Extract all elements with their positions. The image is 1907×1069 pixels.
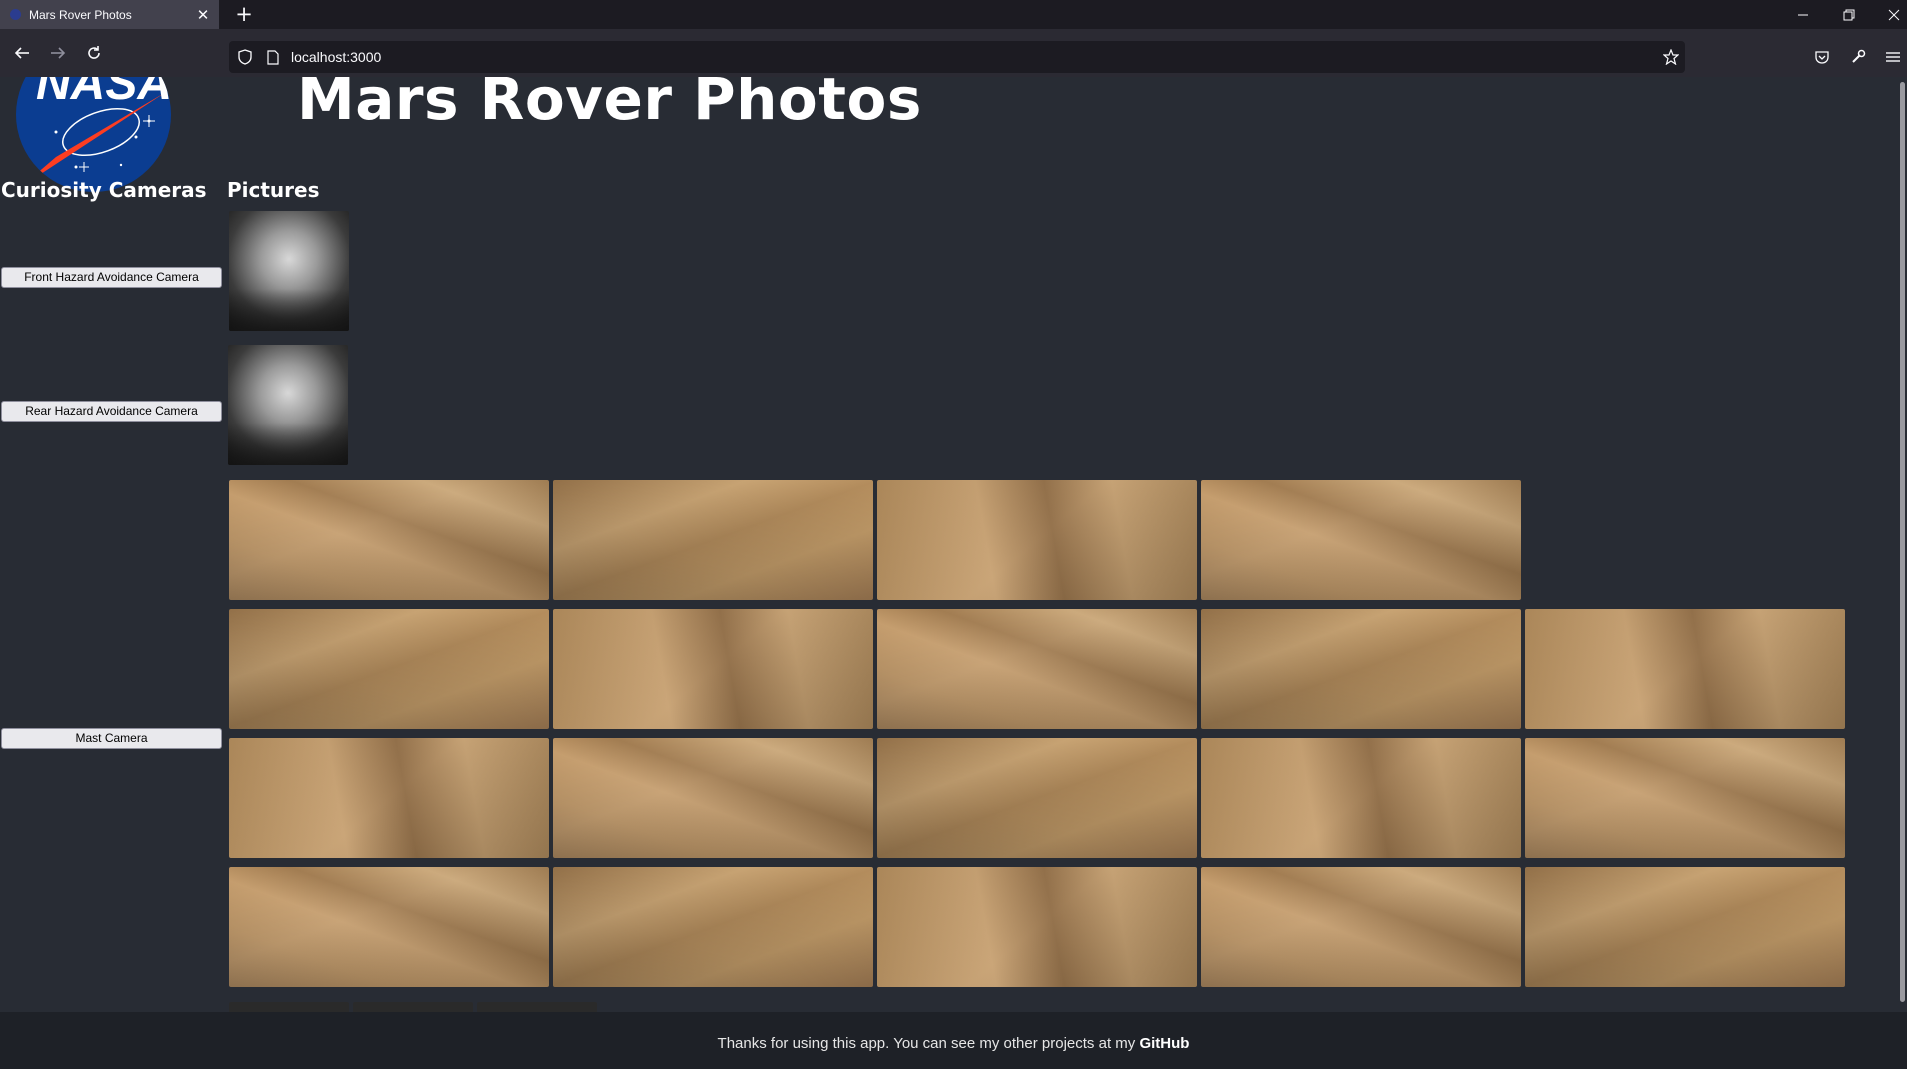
mast-photo[interactable] xyxy=(553,609,873,729)
extensions-wrench-icon[interactable] xyxy=(1850,49,1866,65)
browser-tab[interactable]: Mars Rover Photos ✕ xyxy=(0,0,219,29)
bookmark-star-icon[interactable] xyxy=(1663,49,1679,65)
mast-photo[interactable] xyxy=(553,480,873,600)
mast-photo[interactable] xyxy=(1525,609,1845,729)
url-text[interactable]: localhost:3000 xyxy=(291,49,381,65)
mast-photo[interactable] xyxy=(1525,867,1845,987)
pictures-heading: Pictures xyxy=(227,178,320,202)
mast-photo[interactable] xyxy=(877,867,1197,987)
page-scrollbar[interactable] xyxy=(1898,77,1907,1012)
mast-photo[interactable] xyxy=(229,480,549,600)
mast-photo[interactable] xyxy=(877,480,1197,600)
mast-photo[interactable] xyxy=(553,867,873,987)
mast-photo[interactable] xyxy=(877,609,1197,729)
camera-photo[interactable] xyxy=(477,1002,597,1012)
mast-photo[interactable] xyxy=(1525,738,1845,858)
camera-photo[interactable] xyxy=(353,1002,473,1012)
front-hazard-camera-button[interactable]: Front Hazard Avoidance Camera xyxy=(1,267,222,288)
restore-icon[interactable] xyxy=(1826,0,1872,29)
cameras-heading: Curiosity Cameras xyxy=(1,178,207,202)
footer: Thanks for using this app. You can see m… xyxy=(0,1012,1907,1069)
menu-icon[interactable] xyxy=(1885,49,1901,65)
address-bar[interactable] xyxy=(229,41,1685,73)
tab-title: Mars Rover Photos xyxy=(29,7,132,22)
pocket-icon[interactable] xyxy=(1814,49,1830,65)
front-hazard-photo[interactable] xyxy=(229,211,349,331)
rear-hazard-photo[interactable] xyxy=(228,345,348,465)
page-icon xyxy=(265,49,281,65)
scrollbar-thumb[interactable] xyxy=(1900,82,1905,1002)
github-link[interactable]: GitHub xyxy=(1139,1035,1189,1052)
mast-photo[interactable] xyxy=(229,609,549,729)
mast-photo[interactable] xyxy=(1201,609,1521,729)
close-window-icon[interactable] xyxy=(1871,0,1907,29)
mast-photo[interactable] xyxy=(229,867,549,987)
reload-icon[interactable] xyxy=(82,41,106,65)
footer-text: Thanks for using this app. You can see m… xyxy=(717,1035,1140,1052)
mast-photo[interactable] xyxy=(1201,867,1521,987)
minimize-icon[interactable] xyxy=(1780,0,1826,29)
page-title: Mars Rover Photos xyxy=(297,77,922,133)
tab-close-icon[interactable]: ✕ xyxy=(195,6,211,24)
mast-camera-button[interactable]: Mast Camera xyxy=(1,728,222,749)
mast-photo[interactable] xyxy=(877,738,1197,858)
new-tab-button[interactable]: + xyxy=(232,2,256,26)
back-icon[interactable] xyxy=(10,41,34,65)
camera-photo[interactable] xyxy=(229,1002,349,1012)
forward-icon[interactable] xyxy=(46,41,70,65)
mast-photo[interactable] xyxy=(553,738,873,858)
page-viewport: NASA Mars Rover Photos Curiosity Cameras… xyxy=(0,77,1907,1012)
mast-photo[interactable] xyxy=(1201,738,1521,858)
mast-photo[interactable] xyxy=(229,738,549,858)
nasa-logo: NASA xyxy=(16,77,171,192)
browser-tab-bar: Mars Rover Photos ✕ + xyxy=(0,0,1907,29)
mast-photo[interactable] xyxy=(1201,480,1521,600)
svg-text:NASA: NASA xyxy=(36,77,171,110)
rear-hazard-camera-button[interactable]: Rear Hazard Avoidance Camera xyxy=(1,401,222,422)
shield-icon[interactable] xyxy=(237,49,253,65)
nasa-favicon-icon xyxy=(10,9,21,20)
